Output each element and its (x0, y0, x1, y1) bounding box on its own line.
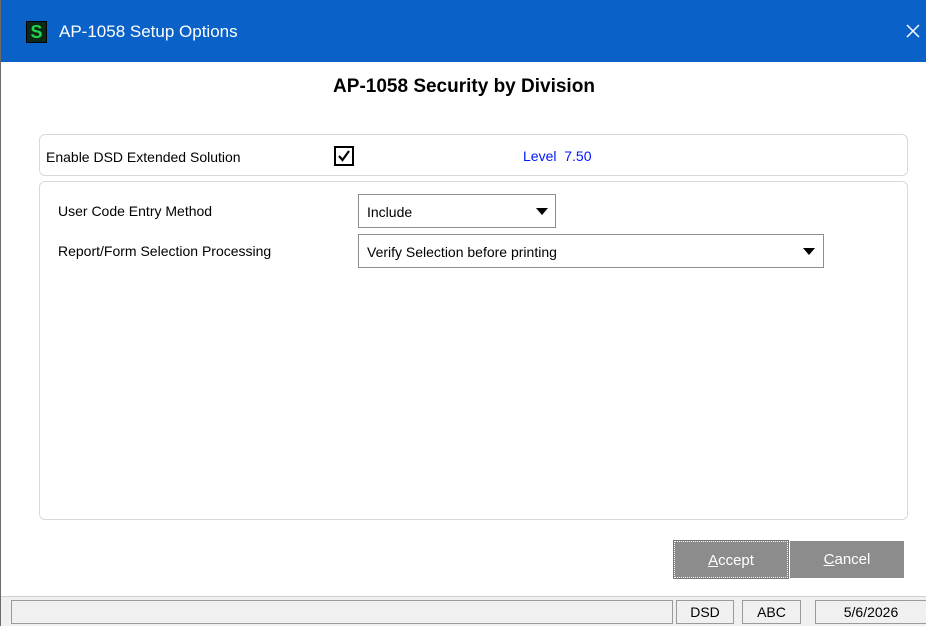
accept-hotkey: A (708, 552, 719, 569)
close-icon (906, 24, 920, 38)
checkmark-icon (338, 150, 350, 162)
level-label: Level (523, 148, 557, 164)
report-form-label: Report/Form Selection Processing (58, 243, 272, 259)
accept-label: ccept (718, 552, 754, 569)
status-date: 5/6/2026 (815, 600, 926, 624)
cancel-label: ancel (834, 551, 871, 568)
app-icon: S (26, 21, 47, 43)
level-info: Level 7.50 (523, 147, 592, 165)
setup-options-window: S AP-1058 Setup Options AP-1058 Security… (0, 0, 926, 626)
level-value: 7.50 (564, 148, 592, 164)
window-title: AP-1058 Setup Options (59, 22, 238, 41)
report-form-dropdown[interactable]: Verify Selection before printing (358, 234, 824, 268)
status-main (11, 600, 673, 624)
user-code-value: Include (367, 204, 413, 220)
cancel-hotkey: C (823, 551, 835, 568)
cancel-button[interactable]: Cancel (790, 541, 904, 578)
chevron-down-icon (803, 248, 815, 255)
enable-checkbox[interactable] (334, 146, 354, 166)
status-user: ABC (742, 600, 801, 624)
user-code-dropdown[interactable]: Include (358, 194, 556, 228)
accept-button[interactable]: Accept (673, 540, 789, 579)
status-bar: DSD ABC 5/6/2026 (1, 596, 926, 626)
title-bar: S AP-1058 Setup Options (1, 0, 926, 62)
chevron-down-icon (536, 208, 548, 215)
status-company: DSD (676, 600, 734, 624)
report-form-value: Verify Selection before printing (367, 244, 557, 260)
options-panel (39, 181, 908, 520)
enable-label: Enable DSD Extended Solution (46, 149, 241, 165)
user-code-label: User Code Entry Method (58, 203, 213, 219)
close-button[interactable] (899, 16, 926, 46)
page-heading: AP-1058 Security by Division (333, 76, 595, 97)
